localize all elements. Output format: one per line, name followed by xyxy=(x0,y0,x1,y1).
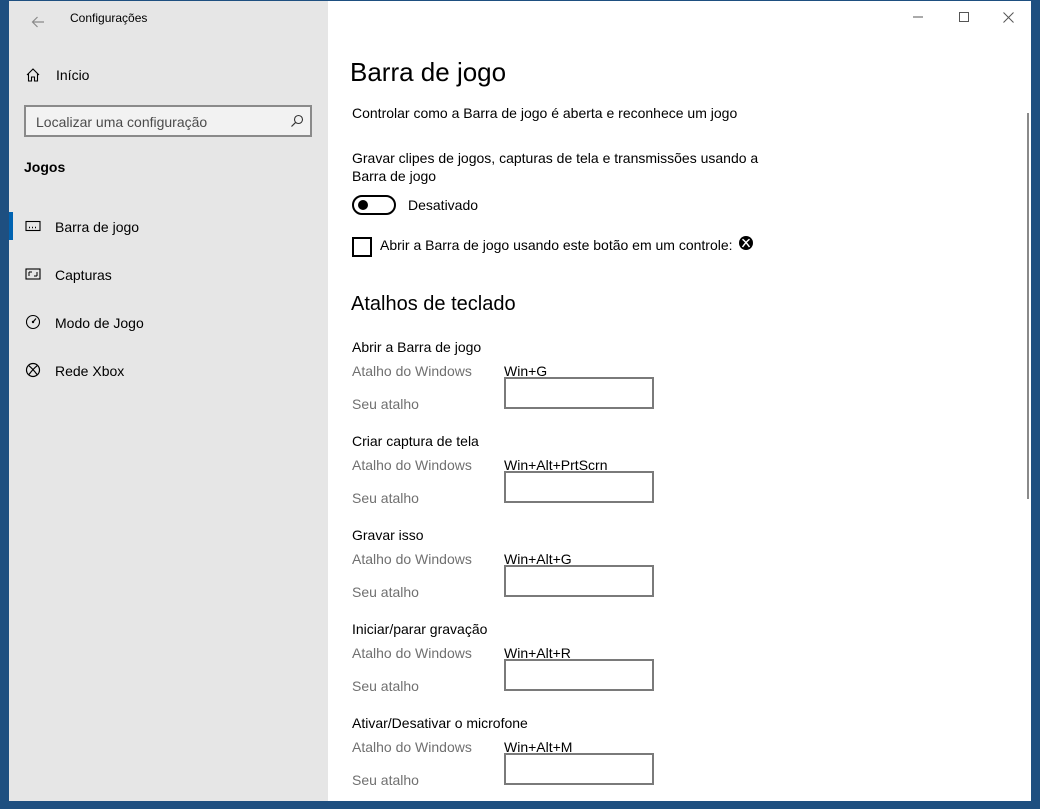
shortcut-group-start-stop-recording: Iniciar/parar gravação Atalho do Windows… xyxy=(352,621,852,715)
back-button[interactable] xyxy=(23,7,53,37)
toggle-knob xyxy=(358,200,368,210)
section-heading: Jogos xyxy=(24,159,66,175)
windows-shortcut-label: Atalho do Windows xyxy=(352,645,472,661)
toggle-state-label: Desativado xyxy=(408,197,479,213)
your-shortcut-input[interactable] xyxy=(504,565,654,597)
settings-window: Configurações Início Jogos Barra de jogo xyxy=(9,1,1031,801)
shortcut-group-record-that: Gravar isso Atalho do Windows Win+Alt+G … xyxy=(352,527,852,621)
sidebar-item-label: Modo de Jogo xyxy=(55,315,144,331)
your-shortcut-label: Seu atalho xyxy=(352,490,419,506)
game-mode-icon xyxy=(25,314,41,330)
sidebar-item-xbox-network[interactable]: Rede Xbox xyxy=(9,350,328,390)
back-arrow-icon xyxy=(31,16,44,28)
page-description: Controlar como a Barra de jogo é aberta … xyxy=(352,105,738,121)
your-shortcut-input[interactable] xyxy=(504,377,654,409)
your-shortcut-input[interactable] xyxy=(504,659,654,691)
sidebar-item-game-bar[interactable]: Barra de jogo xyxy=(9,206,328,246)
windows-shortcut-label: Atalho do Windows xyxy=(352,363,472,379)
home-icon xyxy=(26,68,40,82)
controller-button-checkbox[interactable] xyxy=(352,237,372,257)
app-title: Configurações xyxy=(70,11,148,25)
your-shortcut-input[interactable] xyxy=(504,753,654,785)
xbox-icon xyxy=(25,362,41,378)
your-shortcut-input[interactable] xyxy=(504,471,654,503)
scrollbar[interactable] xyxy=(1027,113,1029,499)
search-input[interactable] xyxy=(36,112,276,132)
windows-shortcut-label: Atalho do Windows xyxy=(352,739,472,755)
record-toggle[interactable] xyxy=(352,195,396,215)
record-setting-label: Gravar clipes de jogos, capturas de tela… xyxy=(352,150,759,184)
shortcut-group-open-game-bar: Abrir a Barra de jogo Atalho do Windows … xyxy=(352,339,852,433)
checkbox-label: Abrir a Barra de jogo usando este botão … xyxy=(380,237,733,253)
game-bar-icon xyxy=(25,220,41,232)
sidebar-item-captures[interactable]: Capturas xyxy=(9,254,328,294)
page-title: Barra de jogo xyxy=(350,57,507,87)
captures-icon xyxy=(25,268,41,280)
sidebar-item-label: Capturas xyxy=(55,267,112,283)
shortcut-title: Abrir a Barra de jogo xyxy=(352,339,482,355)
shortcuts-heading: Atalhos de teclado xyxy=(351,293,516,315)
your-shortcut-label: Seu atalho xyxy=(352,584,419,600)
your-shortcut-label: Seu atalho xyxy=(352,678,419,694)
sidebar-item-label: Barra de jogo xyxy=(55,219,140,235)
search-box[interactable] xyxy=(24,105,312,137)
shortcut-group-toggle-microphone: Ativar/Desativar o microfone Atalho do W… xyxy=(352,715,852,801)
shortcut-title: Ativar/Desativar o microfone xyxy=(352,715,528,731)
shortcut-title: Criar captura de tela xyxy=(352,433,479,449)
sidebar-item-game-mode[interactable]: Modo de Jogo xyxy=(9,302,328,342)
sidebar-item-label: Início xyxy=(56,67,90,83)
sidebar-item-label: Rede Xbox xyxy=(55,363,125,379)
windows-shortcut-label: Atalho do Windows xyxy=(352,551,472,567)
main-content: Barra de jogo Controlar como a Barra de … xyxy=(328,1,1031,801)
your-shortcut-label: Seu atalho xyxy=(352,396,419,412)
xbox-button-icon xyxy=(739,236,753,250)
windows-shortcut-label: Atalho do Windows xyxy=(352,457,472,473)
your-shortcut-label: Seu atalho xyxy=(352,772,419,788)
shortcut-title: Iniciar/parar gravação xyxy=(352,621,488,637)
sidebar: Configurações Início Jogos Barra de jogo xyxy=(9,1,328,801)
search-icon[interactable] xyxy=(290,114,304,128)
shortcut-title: Gravar isso xyxy=(352,527,424,543)
sidebar-item-home[interactable]: Início xyxy=(9,58,328,92)
shortcut-group-screenshot: Criar captura de tela Atalho do Windows … xyxy=(352,433,852,527)
